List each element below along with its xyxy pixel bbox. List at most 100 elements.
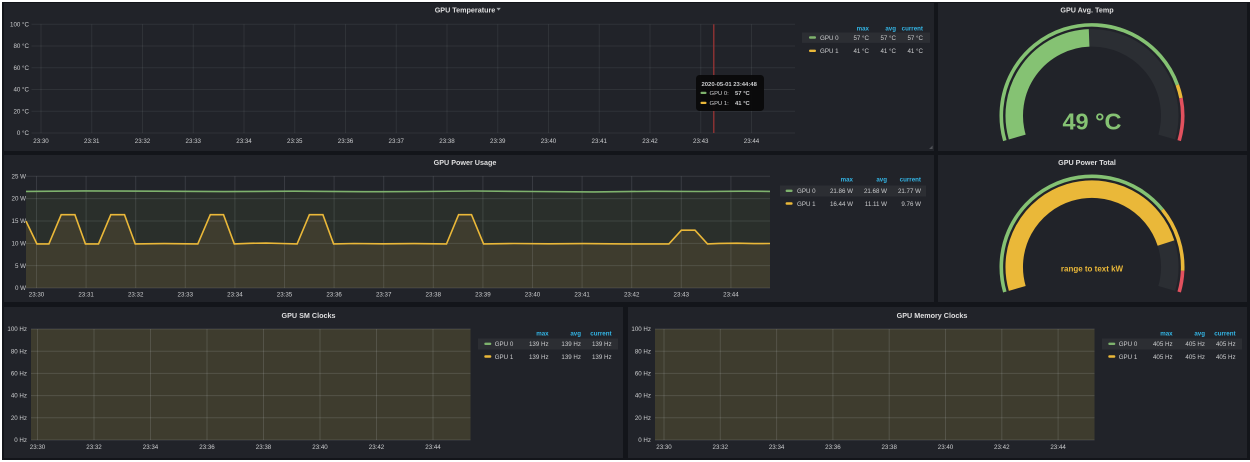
svg-text:current: current [902, 25, 923, 32]
svg-text:23:41: 23:41 [574, 292, 590, 299]
svg-text:23:40: 23:40 [938, 444, 954, 451]
svg-text:23:44: 23:44 [425, 444, 441, 451]
svg-text:2020-05-01 23:44:48: 2020-05-01 23:44:48 [702, 82, 758, 88]
svg-text:GPU Memory Clocks: GPU Memory Clocks [897, 311, 968, 320]
svg-text:23:36: 23:36 [199, 444, 215, 451]
svg-text:405 Hz: 405 Hz [1185, 354, 1205, 361]
svg-text:0 Hz: 0 Hz [638, 437, 651, 444]
svg-text:57 °C: 57 °C [735, 91, 751, 97]
svg-text:21.86 W: 21.86 W [830, 188, 853, 195]
svg-text:GPU Power Total: GPU Power Total [1058, 158, 1116, 167]
svg-text:23:34: 23:34 [236, 138, 252, 145]
svg-text:max: max [536, 330, 549, 337]
svg-text:60 Hz: 60 Hz [11, 371, 27, 378]
svg-text:GPU Avg. Temp: GPU Avg. Temp [1060, 6, 1114, 15]
svg-text:20 Hz: 20 Hz [635, 415, 651, 422]
svg-text:max: max [841, 177, 854, 184]
svg-text:current: current [1214, 330, 1235, 337]
svg-text:0 °C: 0 °C [17, 130, 30, 137]
svg-text:current: current [590, 330, 611, 337]
svg-text:20 Hz: 20 Hz [11, 415, 27, 422]
svg-text:23:42: 23:42 [624, 292, 640, 299]
svg-text:57 °C: 57 °C [907, 35, 923, 42]
svg-text:15 W: 15 W [12, 218, 27, 225]
svg-text:GPU Temperature: GPU Temperature [435, 6, 496, 15]
svg-text:60 Hz: 60 Hz [635, 371, 651, 378]
svg-text:20 °C: 20 °C [13, 108, 29, 115]
svg-text:GPU SM Clocks: GPU SM Clocks [282, 311, 336, 320]
svg-text:GPU Power Usage: GPU Power Usage [434, 158, 497, 167]
svg-text:avg: avg [1194, 330, 1205, 337]
svg-text:range to text kW: range to text kW [1061, 264, 1124, 273]
svg-text:5 W: 5 W [15, 263, 26, 270]
svg-text:40 Hz: 40 Hz [11, 393, 27, 400]
svg-text:GPU 1:: GPU 1: [710, 101, 730, 107]
svg-text:23:37: 23:37 [389, 138, 405, 145]
svg-text:40 °C: 40 °C [13, 87, 29, 94]
svg-text:23:36: 23:36 [825, 444, 841, 451]
svg-text:GPU 0: GPU 0 [495, 341, 514, 348]
svg-text:23:37: 23:37 [376, 292, 392, 299]
svg-text:100 Hz: 100 Hz [631, 326, 651, 333]
svg-text:21.68 W: 21.68 W [864, 188, 887, 195]
svg-text:current: current [900, 177, 921, 184]
svg-text:23:31: 23:31 [84, 138, 100, 145]
svg-text:GPU 0: GPU 0 [797, 188, 816, 195]
svg-text:23:32: 23:32 [128, 292, 144, 299]
svg-text:GPU 0: GPU 0 [1119, 341, 1138, 348]
svg-text:405 Hz: 405 Hz [1216, 341, 1236, 348]
svg-text:9.76 W: 9.76 W [901, 201, 921, 208]
svg-text:avg: avg [876, 177, 887, 184]
svg-text:23:33: 23:33 [178, 292, 194, 299]
svg-text:139 Hz: 139 Hz [561, 354, 581, 361]
svg-text:23:38: 23:38 [256, 444, 272, 451]
svg-text:57 °C: 57 °C [853, 35, 869, 42]
svg-text:avg: avg [885, 25, 896, 32]
svg-text:23:34: 23:34 [143, 444, 159, 451]
svg-text:0 W: 0 W [15, 285, 26, 292]
svg-text:23:30: 23:30 [33, 138, 49, 145]
svg-text:60 °C: 60 °C [13, 65, 29, 72]
svg-text:139 Hz: 139 Hz [561, 341, 581, 348]
svg-text:23:42: 23:42 [994, 444, 1010, 451]
svg-text:23:39: 23:39 [475, 292, 491, 299]
svg-text:139 Hz: 139 Hz [592, 354, 612, 361]
svg-text:23:40: 23:40 [312, 444, 328, 451]
svg-text:23:42: 23:42 [642, 138, 658, 145]
svg-text:23:30: 23:30 [29, 292, 45, 299]
svg-text:41 °C: 41 °C [735, 101, 751, 107]
svg-text:80 Hz: 80 Hz [635, 348, 651, 355]
svg-text:23:36: 23:36 [326, 292, 342, 299]
svg-text:405 Hz: 405 Hz [1153, 341, 1173, 348]
svg-text:41 °C: 41 °C [853, 48, 869, 55]
svg-text:23:44: 23:44 [1050, 444, 1066, 451]
svg-text:10 W: 10 W [12, 240, 27, 247]
svg-text:100 °C: 100 °C [10, 21, 30, 28]
svg-text:23:33: 23:33 [186, 138, 202, 145]
svg-text:21.77 W: 21.77 W [898, 188, 921, 195]
svg-text:41 °C: 41 °C [880, 48, 896, 55]
svg-text:23:32: 23:32 [135, 138, 151, 145]
svg-text:GPU 0:: GPU 0: [710, 91, 730, 97]
svg-text:23:41: 23:41 [592, 138, 608, 145]
svg-text:max: max [857, 25, 870, 32]
svg-text:80 Hz: 80 Hz [11, 348, 27, 355]
svg-text:405 Hz: 405 Hz [1153, 354, 1173, 361]
svg-text:GPU 1: GPU 1 [797, 201, 816, 208]
svg-text:23:30: 23:30 [656, 444, 672, 451]
svg-text:41 °C: 41 °C [907, 48, 923, 55]
svg-text:100 Hz: 100 Hz [7, 326, 27, 333]
svg-text:23:32: 23:32 [713, 444, 729, 451]
svg-text:GPU 0: GPU 0 [820, 35, 839, 42]
svg-text:GPU 1: GPU 1 [820, 48, 839, 55]
svg-text:49 °C: 49 °C [1062, 108, 1121, 134]
svg-text:23:30: 23:30 [30, 444, 46, 451]
svg-text:23:43: 23:43 [674, 292, 690, 299]
svg-text:23:38: 23:38 [426, 292, 442, 299]
svg-text:23:34: 23:34 [227, 292, 243, 299]
svg-text:139 Hz: 139 Hz [592, 341, 612, 348]
svg-text:23:44: 23:44 [723, 292, 739, 299]
svg-text:405 Hz: 405 Hz [1185, 341, 1205, 348]
svg-text:139 Hz: 139 Hz [529, 354, 549, 361]
svg-text:23:34: 23:34 [769, 444, 785, 451]
